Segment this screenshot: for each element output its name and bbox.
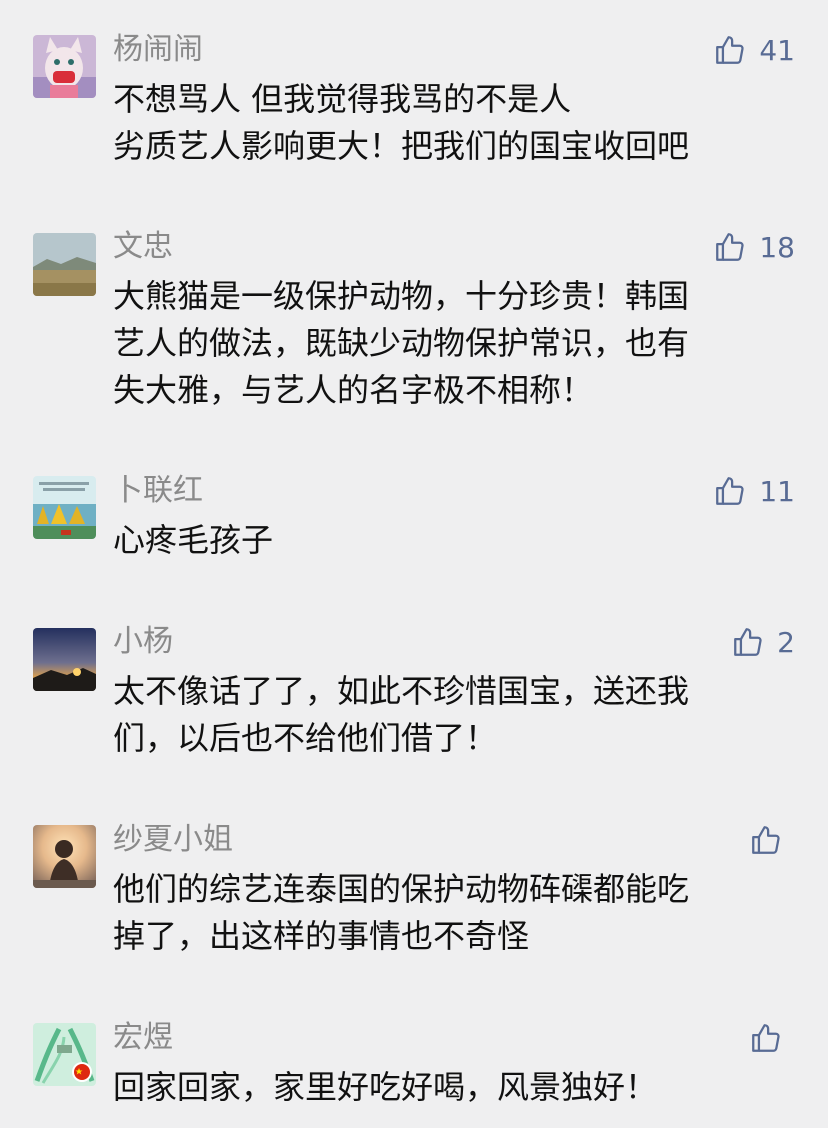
comment-line: 失大雅，与艺人的名字极不相称！	[113, 371, 594, 409]
comment-line: 们，以后也不给他们借了！	[113, 719, 498, 757]
comment-text: 大熊猫是一级保护动物，十分珍贵！韩国 艺人的做法，既缺少动物保护常识，也有 失大…	[113, 273, 793, 414]
like-count: 2	[777, 625, 795, 659]
comment-line: 心疼毛孩子	[113, 521, 274, 559]
thumbs-up-icon	[749, 1021, 783, 1055]
comment-username[interactable]: 卜联红	[113, 473, 203, 509]
like-button[interactable]: 41	[713, 32, 795, 68]
comment-text: 太不像话了了，如此不珍惜国宝，送还我 们，以后也不给他们借了！	[113, 668, 793, 762]
comment-text: 回家回家，家里好吃好喝，风景独好！	[113, 1064, 793, 1111]
comment-username[interactable]: 纱夏小姐	[113, 822, 233, 858]
comment-line: 他们的综艺连泰国的保护动物砗磲都能吃	[113, 870, 690, 908]
comment-line: 太不像话了了，如此不珍惜国宝，送还我	[113, 672, 690, 710]
comment-line: 艺人的做法，既缺少动物保护常识，也有	[113, 324, 690, 362]
like-button[interactable]: 11	[713, 473, 795, 509]
like-button[interactable]	[749, 1020, 795, 1056]
avatar[interactable]	[33, 476, 96, 539]
avatar[interactable]	[33, 628, 96, 691]
like-count: 41	[759, 33, 795, 67]
like-count: 18	[759, 230, 795, 264]
comment-text: 他们的综艺连泰国的保护动物砗磲都能吃 掉了，出这样的事情也不奇怪	[113, 866, 793, 960]
thumbs-up-icon	[749, 823, 783, 857]
avatar[interactable]	[33, 233, 96, 296]
avatar[interactable]	[33, 1023, 96, 1086]
comment-username[interactable]: 宏煜	[113, 1020, 173, 1056]
comment-username[interactable]: 文忠	[113, 229, 173, 265]
avatar[interactable]	[33, 35, 96, 98]
comment-text: 心疼毛孩子	[113, 517, 793, 564]
thumbs-up-icon	[713, 230, 747, 264]
avatar[interactable]	[33, 825, 96, 888]
like-button[interactable]: 2	[731, 624, 795, 660]
like-count: 11	[759, 474, 795, 508]
comment-username[interactable]: 小杨	[113, 624, 173, 660]
comment-line: 大熊猫是一级保护动物，十分珍贵！韩国	[113, 277, 690, 315]
thumbs-up-icon	[713, 474, 747, 508]
like-button[interactable]	[749, 822, 795, 858]
comment-text: 不想骂人 但我觉得我骂的不是人 劣质艺人影响更大！把我们的国宝收回吧	[113, 76, 793, 170]
thumbs-up-icon	[731, 625, 765, 659]
comment-line: 劣质艺人影响更大！把我们的国宝收回吧	[113, 127, 690, 165]
comment-username[interactable]: 杨闹闹	[113, 32, 203, 68]
comment-line: 回家回家，家里好吃好喝，风景独好！	[113, 1068, 658, 1106]
comment-line: 不想骂人 但我觉得我骂的不是人	[113, 80, 572, 118]
comment-line: 掉了，出这样的事情也不奇怪	[113, 917, 530, 955]
thumbs-up-icon	[713, 33, 747, 67]
like-button[interactable]: 18	[713, 229, 795, 265]
